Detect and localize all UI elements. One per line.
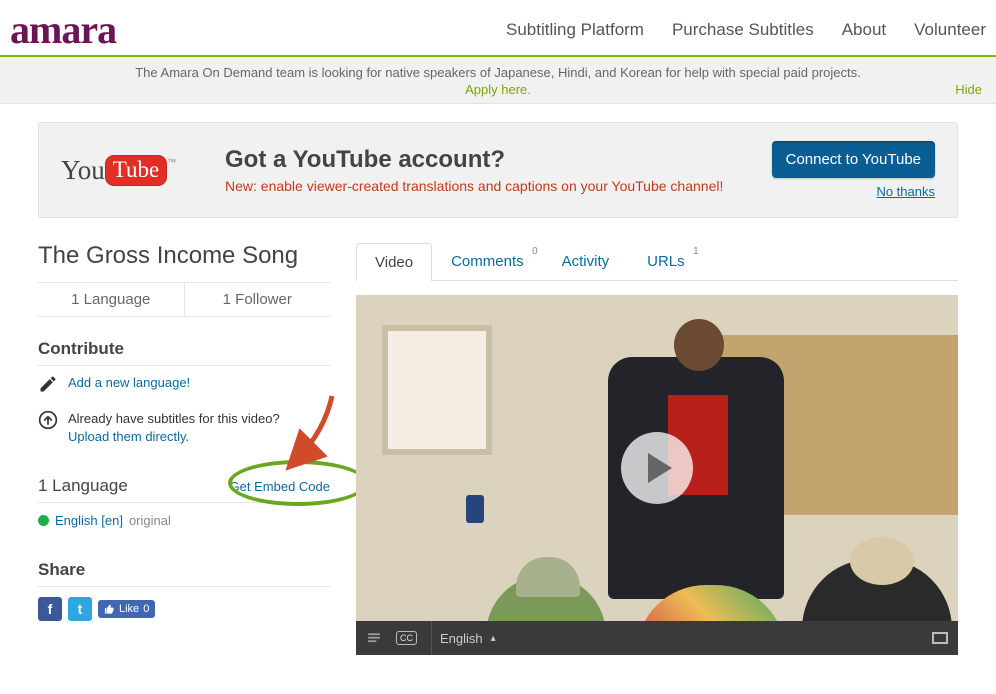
like-label: Like: [119, 603, 139, 615]
nav-subtitling-platform[interactable]: Subtitling Platform: [506, 20, 644, 40]
share-row: f t Like 0: [38, 587, 330, 621]
urls-count-badge: 1: [693, 246, 699, 257]
amara-logo[interactable]: amara: [10, 6, 156, 53]
upload-subtitles-row: Already have subtitles for this video? U…: [38, 402, 330, 454]
pen-icon: [38, 374, 58, 394]
thumbs-up-icon: [104, 604, 115, 615]
main-nav: Subtitling Platform Purchase Subtitles A…: [506, 20, 986, 40]
subtitle-language-selector[interactable]: English ▴: [431, 621, 496, 655]
video-still-hair: [850, 537, 914, 585]
twitter-share-button[interactable]: t: [68, 597, 92, 621]
tab-urls[interactable]: URLs 1: [628, 242, 704, 280]
video-player: CC English ▴: [356, 295, 958, 655]
announcement-bar: The Amara On Demand team is looking for …: [0, 57, 996, 104]
share-heading: Share: [38, 560, 330, 587]
youtube-logo-you: You: [61, 155, 105, 185]
trademark-symbol: ™: [167, 157, 176, 167]
tab-urls-label: URLs: [647, 253, 685, 270]
english-language-link[interactable]: English [en]: [55, 513, 123, 528]
nav-about[interactable]: About: [842, 20, 886, 40]
cc-icon[interactable]: CC: [396, 631, 417, 645]
play-button[interactable]: [621, 432, 693, 504]
chevron-up-icon: ▴: [491, 633, 496, 644]
facebook-like-button[interactable]: Like 0: [98, 600, 155, 618]
video-controls-bar: CC English ▴: [356, 621, 958, 655]
nav-volunteer[interactable]: Volunteer: [914, 20, 986, 40]
facebook-share-button[interactable]: f: [38, 597, 62, 621]
youtube-logo-tube: Tube: [105, 155, 167, 186]
hide-announcement-link[interactable]: Hide: [955, 82, 982, 97]
site-header: amara Subtitling Platform Purchase Subti…: [0, 0, 996, 57]
status-dot-icon: [38, 515, 49, 526]
youtube-logo: YouTube™: [61, 155, 201, 186]
nav-purchase-subtitles[interactable]: Purchase Subtitles: [672, 20, 814, 40]
add-language-row: Add a new language!: [38, 366, 330, 402]
tab-comments-label: Comments: [451, 253, 524, 270]
promo-heading: Got a YouTube account?: [225, 146, 772, 174]
announcement-text: The Amara On Demand team is looking for …: [135, 65, 861, 80]
video-still-cup: [466, 495, 484, 523]
languages-section-header: 1 Language Get Embed Code: [38, 476, 330, 503]
apply-here-link[interactable]: Apply here.: [16, 82, 980, 97]
right-column: Video Comments0 Activity URLs1 CC E: [356, 242, 958, 655]
like-count: 0: [143, 603, 149, 615]
original-label: original: [129, 513, 171, 528]
upload-icon: [38, 410, 58, 430]
already-have-subtitles-text: Already have subtitles for this video?: [68, 411, 280, 426]
tab-video[interactable]: Video: [356, 243, 432, 281]
stat-languages[interactable]: 1 Language: [38, 283, 184, 316]
languages-count-heading: 1 Language: [38, 476, 128, 496]
stat-followers[interactable]: 1 Follower: [184, 283, 331, 316]
transcript-icon[interactable]: [366, 631, 382, 645]
youtube-promo-box: YouTube™ Got a YouTube account? New: ena…: [38, 122, 958, 218]
no-thanks-link[interactable]: No thanks: [772, 184, 935, 199]
video-tabs: Video Comments 0 Activity URLs 1: [356, 242, 958, 281]
get-embed-code-link[interactable]: Get Embed Code: [230, 479, 330, 494]
left-column: The Gross Income Song 1 Language 1 Follo…: [38, 242, 330, 655]
language-item-english: English [en] original: [38, 503, 330, 538]
tab-comments[interactable]: Comments 0: [432, 242, 543, 280]
tab-activity[interactable]: Activity: [543, 242, 629, 280]
upload-directly-link[interactable]: Upload them directly.: [68, 429, 189, 444]
video-still-frame: [382, 325, 492, 455]
contribute-heading: Contribute: [38, 339, 330, 366]
promo-subtext: New: enable viewer-created translations …: [225, 178, 772, 194]
stats-row: 1 Language 1 Follower: [38, 282, 330, 317]
add-language-link[interactable]: Add a new language!: [68, 375, 190, 390]
connect-youtube-button[interactable]: Connect to YouTube: [772, 141, 935, 178]
comments-count-badge: 0: [532, 246, 538, 257]
video-title: The Gross Income Song: [38, 242, 330, 270]
fullscreen-icon[interactable]: [932, 632, 948, 644]
subtitle-language-label: English: [440, 631, 483, 646]
